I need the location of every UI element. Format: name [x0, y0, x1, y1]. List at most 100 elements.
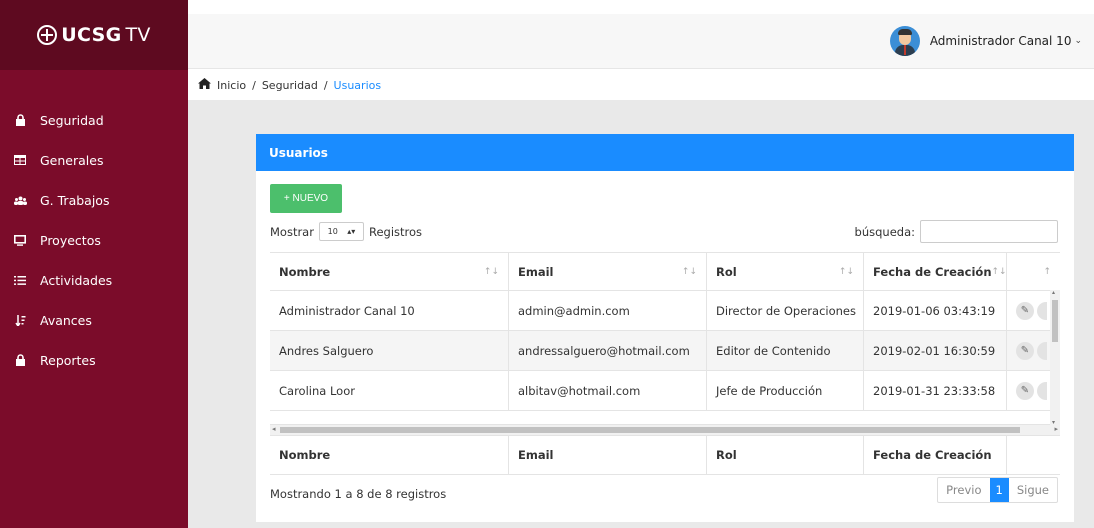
delete-icon[interactable] [1037, 381, 1047, 400]
ucsg-logo[interactable]: UCSG TV [37, 24, 150, 46]
cell-nombre: Andres Salguero [270, 331, 509, 370]
table-footer-row: Nombre Email Rol Fecha de Creación [270, 435, 1060, 475]
cell-email: admin@admin.com [509, 291, 707, 330]
column-header-rol[interactable]: Rol ↑↓ [707, 252, 864, 290]
main-content: Usuarios + NUEVO Mostrar 10 ▴▾ Registros… [188, 100, 1094, 528]
sidebar-item-label: Avances [40, 312, 92, 328]
sidebar: UCSGTV Seguridad Generales G. Trabajos [0, 0, 188, 528]
table-row[interactable]: Administrador Canal 10 admin@admin.com D… [270, 291, 1060, 331]
cell-fecha: 2019-01-06 03:43:19 [864, 291, 1007, 330]
table-info: Mostrando 1 a 8 de 8 registros [270, 487, 447, 501]
column-header-email[interactable]: Email ↑↓ [509, 252, 707, 290]
users-table: Nombre ↑↓ Email ↑↓ Rol ↑↓ Fecha de Creación… [270, 252, 1060, 475]
sidebar-item-label: Actividades [40, 272, 113, 288]
table-header-row: Nombre ↑↓ Email ↑↓ Rol ↑↓ Fecha de Creación… [270, 252, 1060, 291]
chevron-down-icon: ⌄ [1074, 36, 1082, 46]
show-label: Mostrar [270, 224, 314, 239]
top-navbar: Administrador Canal 10 ⌄ [188, 14, 1094, 69]
scroll-down-icon[interactable]: ▾ [1052, 419, 1055, 426]
cell-email: albitav@hotmail.com [509, 371, 707, 410]
page-size-select[interactable]: 10 ▴▾ [318, 222, 364, 241]
scrollbar-thumb[interactable] [280, 427, 1020, 433]
records-label: Registros [368, 224, 423, 239]
monitor-icon [13, 234, 27, 246]
sort-icon: ↑↓ [483, 266, 499, 277]
sort-icon: ↑↓ [681, 266, 697, 277]
page-length-control: Mostrar 10 ▴▾ Registros [270, 222, 422, 241]
brand-header: UCSG TV [0, 0, 188, 70]
sort-icon: ↑ [1043, 266, 1051, 277]
search-label: búsqueda: [854, 224, 915, 239]
lock-icon [13, 354, 27, 366]
select-arrows-icon: ▴▾ [347, 227, 356, 236]
edit-icon[interactable]: ✎ [1016, 341, 1034, 360]
user-menu[interactable]: Administrador Canal 10 ⌄ [889, 26, 1082, 56]
cell-rol: Jefe de Producción [707, 371, 864, 410]
next-page-button[interactable]: Sigue [1009, 478, 1057, 502]
search-input[interactable] [920, 220, 1058, 243]
pagination: Previo 1 Sigue [937, 477, 1058, 503]
sidebar-item-seguridad[interactable]: Seguridad [0, 100, 188, 140]
card-title: Usuarios [256, 134, 1074, 171]
edit-icon[interactable]: ✎ [1016, 301, 1034, 320]
list-icon [13, 275, 27, 286]
edit-icon[interactable]: ✎ [1016, 381, 1034, 400]
sidebar-item-label: Seguridad [40, 112, 104, 128]
breadcrumb-current: Usuarios [333, 78, 382, 92]
cell-rol: Editor de Contenido [707, 331, 864, 370]
table-row[interactable]: Andres Salguero andressalguero@hotmail.c… [270, 331, 1060, 371]
breadcrumb-separator: / [252, 78, 256, 92]
sidebar-item-generales[interactable]: Generales [0, 140, 188, 180]
prev-page-button[interactable]: Previo [938, 478, 989, 502]
cell-fecha: 2019-01-31 23:33:58 [864, 371, 1007, 410]
breadcrumb-home[interactable]: Inicio [217, 79, 246, 92]
page-1-button[interactable]: 1 [989, 478, 1009, 502]
users-icon [13, 196, 27, 205]
breadcrumb-separator: / [323, 78, 328, 92]
horizontal-scrollbar[interactable]: ◂ ▸ [270, 425, 1060, 435]
column-header-nombre[interactable]: Nombre ↑↓ [270, 252, 509, 290]
sidebar-item-proyectos[interactable]: Proyectos [0, 220, 188, 260]
cell-nombre: Administrador Canal 10 [270, 291, 509, 330]
footer-acciones [1007, 436, 1060, 474]
brand-suffix: TV [125, 24, 151, 46]
sidebar-item-label: Generales [40, 152, 104, 168]
sidebar-item-actividades[interactable]: Actividades [0, 260, 188, 300]
sidebar-item-reportes[interactable]: Reportes [0, 340, 188, 380]
brand-main: UCSG [61, 24, 122, 46]
scroll-left-icon[interactable]: ◂ [272, 425, 276, 433]
cell-fecha: 2019-02-01 16:30:59 [864, 331, 1007, 370]
table-body: Administrador Canal 10 admin@admin.com D… [270, 291, 1060, 425]
cell-rol: Director de Operaciones [707, 291, 864, 330]
lock-icon [13, 114, 27, 126]
footer-nombre: Nombre [270, 436, 509, 474]
footer-fecha: Fecha de Creación [864, 436, 1007, 474]
new-user-button[interactable]: + NUEVO [270, 184, 342, 213]
cell-email: andressalguero@hotmail.com [509, 331, 707, 370]
home-icon[interactable] [198, 77, 211, 93]
column-header-fecha[interactable]: Fecha de Creación ↑↓ [864, 252, 1007, 290]
sidebar-item-label: Reportes [40, 352, 96, 368]
sidebar-nav: Seguridad Generales G. Trabajos Proyecto… [0, 100, 188, 380]
breadcrumb: Inicio / Seguridad / Usuarios [188, 70, 1094, 100]
scroll-right-icon[interactable]: ▸ [1054, 425, 1058, 433]
sort-icon [13, 314, 27, 326]
globe-icon [37, 25, 58, 45]
table-row[interactable]: Carolina Loor albitav@hotmail.com Jefe d… [270, 371, 1060, 411]
sidebar-item-avances[interactable]: Avances [0, 300, 188, 340]
sidebar-item-g-trabajos[interactable]: G. Trabajos [0, 180, 188, 220]
user-name: Administrador Canal 10 [929, 34, 1072, 48]
scroll-up-icon[interactable]: ▴ [1052, 289, 1055, 296]
avatar [889, 26, 920, 56]
sort-icon: ↑↓ [991, 266, 1007, 277]
sort-icon: ↑↓ [838, 266, 854, 277]
delete-icon[interactable] [1037, 301, 1047, 320]
footer-email: Email [509, 436, 707, 474]
column-header-acciones[interactable]: ↑ [1007, 252, 1060, 290]
breadcrumb-seguridad[interactable]: Seguridad [262, 79, 318, 92]
vertical-scrollbar[interactable]: ▴ ▾ [1050, 289, 1060, 426]
table-icon [13, 155, 27, 165]
cell-nombre: Carolina Loor [270, 371, 509, 410]
scrollbar-thumb[interactable] [1052, 300, 1058, 342]
delete-icon[interactable] [1037, 341, 1047, 360]
